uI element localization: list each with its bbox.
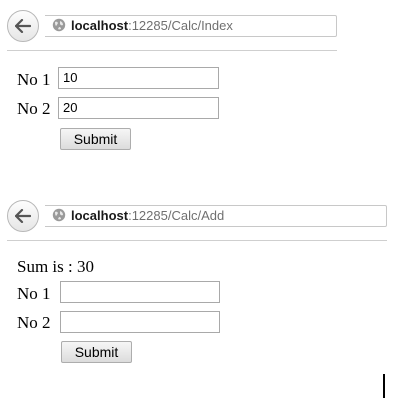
globe-icon [52, 208, 66, 222]
url-path: :12285/Calc/Index [128, 18, 233, 33]
url-text: localhost:12285/Calc/Index [71, 18, 233, 33]
no2-label: No 2 [17, 99, 51, 118]
url-text: localhost:12285/Calc/Add [71, 208, 224, 223]
sum-result: Sum is : 30 [17, 257, 94, 276]
back-arrow-icon [15, 209, 31, 223]
url-host: localhost [71, 208, 129, 223]
no1-input[interactable] [60, 281, 220, 303]
back-button[interactable] [7, 200, 39, 232]
browser-bar-1: localhost:12285/Calc/Index [7, 10, 337, 42]
submit-button[interactable]: Submit [60, 128, 131, 150]
submit-button[interactable]: Submit [61, 341, 132, 363]
no2-input[interactable] [60, 311, 220, 333]
url-host: localhost [71, 18, 129, 33]
globe-icon [52, 18, 66, 32]
no2-label: No 2 [17, 313, 51, 332]
back-button[interactable] [7, 10, 39, 42]
toolbar-divider [7, 240, 387, 241]
text-cursor [383, 374, 385, 398]
no1-label: No 1 [17, 284, 51, 303]
no1-input[interactable]: 10 [58, 67, 219, 89]
no1-label: No 1 [17, 70, 51, 89]
no2-input[interactable]: 20 [58, 97, 219, 119]
toolbar-divider [7, 50, 337, 51]
url-path: :12285/Calc/Add [128, 208, 225, 223]
back-arrow-icon [15, 19, 31, 33]
browser-bar-2: localhost:12285/Calc/Add [7, 200, 387, 232]
